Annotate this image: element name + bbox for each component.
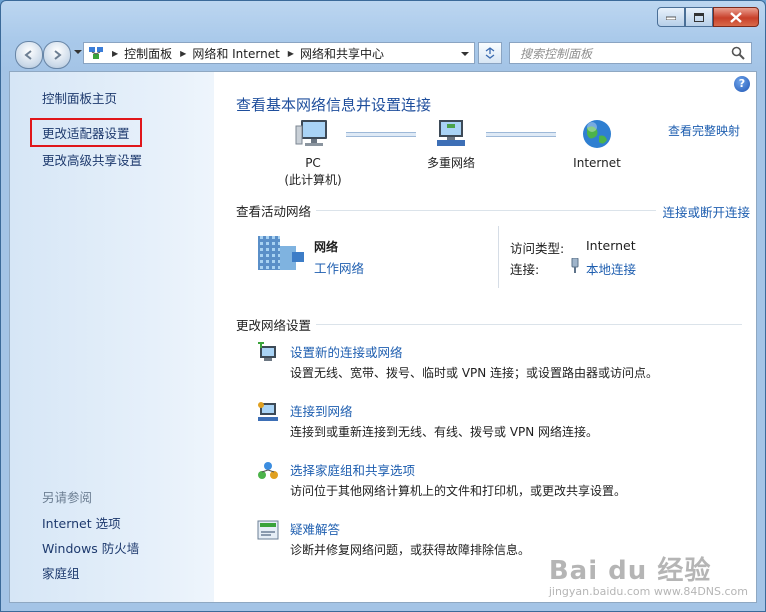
sidebar-link-homegroup[interactable]: 家庭组: [42, 563, 80, 582]
map-node-internet[interactable]: Internet: [562, 118, 632, 172]
section-divider: [316, 324, 742, 325]
breadcrumb-separator-icon[interactable]: ▶: [288, 49, 294, 58]
maximize-icon: [694, 12, 704, 22]
search-box[interactable]: [509, 42, 752, 64]
network-name: 网络: [314, 240, 339, 254]
globe-icon: [583, 120, 611, 148]
maximize-button[interactable]: [685, 7, 713, 27]
refresh-icon: [485, 47, 495, 59]
breadcrumb-network-internet[interactable]: 网络和 Internet: [192, 45, 279, 62]
task-homegroup-sharing-link[interactable]: 选择家庭组和共享选项: [290, 460, 415, 479]
vertical-divider: [498, 226, 499, 288]
address-dropdown-icon[interactable]: [460, 49, 470, 59]
troubleshoot-icon: [257, 520, 279, 540]
sidebar-link-change-adapter-settings[interactable]: 更改适配器设置: [30, 118, 142, 147]
section-divider: [316, 210, 656, 211]
task-sidebar: 控制面板主页 更改适配器设置 更改高级共享设置 另请参阅 Internet 选项…: [10, 72, 214, 602]
refresh-button[interactable]: [478, 42, 502, 64]
task-setup-new-connection-link[interactable]: 设置新的连接或网络: [290, 342, 403, 361]
network-folder-icon: [89, 47, 103, 59]
forward-arrow-icon: [54, 50, 62, 60]
access-type-value: Internet: [586, 238, 636, 253]
homegroup-icon: [258, 462, 278, 479]
network-sharing-center-window: ▶ 控制面板 ▶ 网络和 Internet ▶ 网络和共享中心 控制面板主页 更…: [0, 0, 766, 612]
map-node-multiple-networks-label: 多重网络: [426, 156, 475, 170]
task-setup-new-connection-desc: 设置无线、宽带、拨号、临时或 VPN 连接；或设置路由器或访问点。: [290, 366, 659, 380]
task-homegroup-sharing-desc: 访问位于其他网络计算机上的文件和打印机，或更改共享设置。: [290, 484, 627, 498]
content-area: 控制面板主页 更改适配器设置 更改高级共享设置 另请参阅 Internet 选项…: [9, 71, 757, 603]
breadcrumb-control-panel[interactable]: 控制面板: [124, 45, 172, 62]
help-icon: ?: [738, 77, 746, 90]
connect-network-icon: [258, 402, 278, 421]
task-connect-to-network-link[interactable]: 连接到网络: [290, 401, 353, 420]
active-networks-heading: 查看活动网络: [236, 204, 312, 219]
see-also-heading: 另请参阅: [42, 490, 93, 505]
connect-disconnect-link[interactable]: 连接或断开连接: [662, 202, 750, 221]
computer-icon: [295, 120, 327, 146]
map-node-pc[interactable]: PC (此计算机): [278, 118, 348, 189]
navigation-bar: ▶ 控制面板 ▶ 网络和 Internet ▶ 网络和共享中心: [1, 35, 765, 71]
search-input[interactable]: [518, 44, 732, 64]
back-button[interactable]: [15, 41, 43, 69]
map-node-multiple-networks[interactable]: 多重网络: [416, 118, 486, 172]
address-bar[interactable]: ▶ 控制面板 ▶ 网络和 Internet ▶ 网络和共享中心: [83, 42, 475, 64]
close-icon: [730, 11, 742, 23]
minimize-icon: [666, 16, 676, 20]
breadcrumb-separator-icon: ▶: [112, 48, 119, 58]
map-connector: [346, 132, 416, 137]
page-title: 查看基本网络信息并设置连接: [236, 96, 432, 114]
connections-label: 连接:: [510, 262, 540, 277]
watermark-sub: jingyan.baidu.com www.84DNS.com: [548, 585, 748, 598]
map-node-pc-label: PC: [305, 156, 321, 170]
help-button[interactable]: ?: [734, 76, 750, 92]
window-controls: [657, 7, 759, 27]
watermark: Bai du 经验 jingyan.baidu.com www.84DNS.co…: [549, 550, 748, 598]
sidebar-link-advanced-sharing[interactable]: 更改高级共享设置: [42, 150, 142, 169]
recent-pages-chevron-icon[interactable]: [73, 47, 83, 57]
sidebar-link-control-panel-home[interactable]: 控制面板主页: [42, 88, 117, 107]
minimize-button[interactable]: [657, 7, 685, 27]
breadcrumb-network-sharing-center[interactable]: 网络和共享中心: [300, 45, 384, 62]
task-troubleshoot-desc: 诊断并修复网络问题，或获得故障排除信息。: [290, 543, 531, 557]
task-troubleshoot-link[interactable]: 疑难解答: [290, 519, 340, 538]
main-panel: ? 查看基本网络信息并设置连接 查看完整映射 PC (此计算机) 多重网络 In…: [214, 72, 756, 602]
map-node-internet-label: Internet: [573, 156, 621, 170]
work-network-icon: [258, 236, 304, 270]
network-category-link[interactable]: 工作网络: [314, 258, 364, 277]
sidebar-link-internet-options[interactable]: Internet 选项: [42, 513, 121, 532]
task-connect-to-network-desc: 连接到或重新连接到无线、有线、拨号或 VPN 网络连接。: [290, 425, 599, 439]
see-full-map-link[interactable]: 查看完整映射: [668, 122, 740, 139]
ethernet-connection-icon: [571, 258, 579, 273]
sidebar-link-windows-firewall[interactable]: Windows 防火墙: [42, 538, 139, 557]
watermark-text: Bai du 经验: [548, 556, 712, 586]
title-bar[interactable]: [1, 1, 765, 35]
back-arrow-icon: [24, 50, 32, 60]
map-connector: [486, 132, 556, 137]
search-icon[interactable]: [731, 46, 745, 60]
forward-button[interactable]: [43, 41, 71, 69]
change-settings-heading: 更改网络设置: [236, 318, 312, 333]
local-area-connection-link[interactable]: 本地连接: [586, 259, 636, 278]
access-type-label: 访问类型:: [510, 241, 565, 256]
breadcrumb-separator-icon[interactable]: ▶: [180, 49, 186, 58]
new-connection-icon: [258, 342, 276, 361]
map-node-pc-sublabel: (此计算机): [284, 173, 342, 187]
close-button[interactable]: [713, 7, 759, 27]
multiple-networks-icon: [437, 120, 465, 146]
